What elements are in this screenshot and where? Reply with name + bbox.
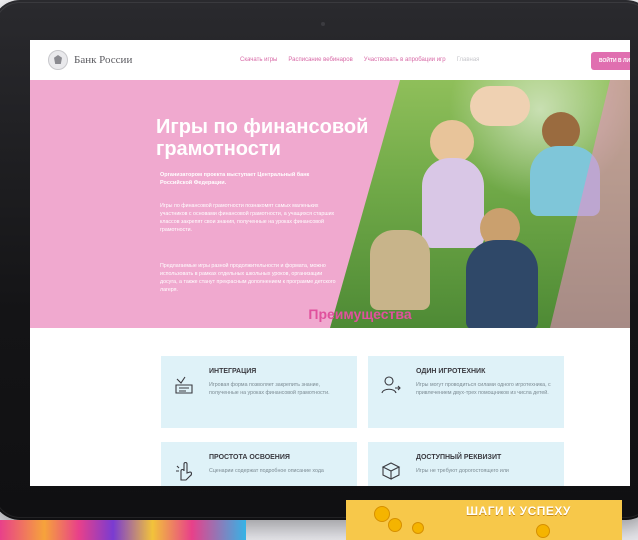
card-text: Игры не требуют дорогостоящего или	[416, 468, 509, 474]
nav-webinar-schedule[interactable]: Расписание вебинаров	[288, 57, 352, 63]
site-header: Банк России Скачать игры Расписание веби…	[30, 40, 630, 80]
nav-download-games[interactable]: Скачать игры	[240, 57, 277, 63]
box-icon	[381, 462, 401, 480]
coin-icon	[374, 506, 390, 522]
coin-icon	[412, 522, 424, 534]
advantage-card-one-gamemaster: ОДИН ИГРОТЕХНИК Игры могут проводиться с…	[368, 356, 564, 428]
hero-paragraph-1: Игры по финансовой грамотности познакомя…	[160, 203, 335, 233]
advantage-card-simplicity: ПРОСТОТА ОСВОЕНИЯ Сценарии содержат подр…	[161, 442, 357, 486]
child-figure	[422, 158, 484, 248]
hero-paragraph-2: Предлагаемые игры разной продолжительнос…	[160, 263, 336, 293]
brand-name: Банк России	[74, 54, 133, 66]
advantage-card-props: ДОСТУПНЫЙ РЕКВИЗИТ Игры не требуют дорог…	[368, 442, 564, 486]
thumbnail-title: ШАГИ К УСПЕХУ	[466, 504, 571, 518]
login-button[interactable]: ВОЙТИ В ЛИ	[591, 52, 630, 70]
person-icon	[381, 376, 401, 394]
camera-icon	[321, 22, 325, 26]
hero-lead: Организатором проекта выступает Централь…	[160, 172, 310, 186]
card-title: ПРОСТОТА ОСВОЕНИЯ	[209, 454, 290, 461]
card-title: ДОСТУПНЫЙ РЕКВИЗИТ	[416, 454, 502, 461]
coin-icon	[388, 518, 402, 532]
child-figure	[370, 230, 430, 310]
hand-pointer-icon	[176, 461, 193, 481]
card-text: Игры могут проводиться силами одного игр…	[416, 382, 551, 396]
brand-logo[interactable]: Банк России	[48, 50, 132, 70]
laptop-frame: Банк России Скачать игры Расписание веби…	[0, 0, 638, 520]
chart-list-icon	[175, 376, 193, 394]
main-nav: Скачать игры Расписание вебинаров Участв…	[240, 57, 479, 63]
child-figure	[542, 112, 580, 150]
hero-section: Игры по финансовой грамотности Организат…	[30, 80, 630, 328]
card-title: ИНТЕГРАЦИЯ	[209, 368, 257, 375]
nav-join-testing[interactable]: Участвовать в апробации игр	[364, 57, 446, 63]
coin-icon	[536, 524, 550, 538]
card-text: Игровая форма позволяет закрепить знание…	[209, 382, 330, 396]
advantages-title: Преимущества	[308, 306, 412, 322]
laptop-screen: Банк России Скачать игры Расписание веби…	[30, 40, 630, 486]
nav-home[interactable]: Главная	[457, 57, 480, 63]
hero-title: Игры по финансовой грамотности	[156, 116, 369, 160]
steps-to-success-thumbnail[interactable]: ШАГИ К УСПЕХУ	[346, 500, 622, 540]
eagle-emblem-icon	[48, 50, 68, 70]
card-title: ОДИН ИГРОТЕХНИК	[416, 368, 486, 375]
colorful-thumbnail[interactable]	[0, 520, 246, 540]
advantage-card-integration: ИНТЕГРАЦИЯ Игровая форма позволяет закре…	[161, 356, 357, 428]
raised-hands	[470, 86, 530, 126]
card-text: Сценарии содержат подробное описание ход…	[209, 468, 324, 474]
